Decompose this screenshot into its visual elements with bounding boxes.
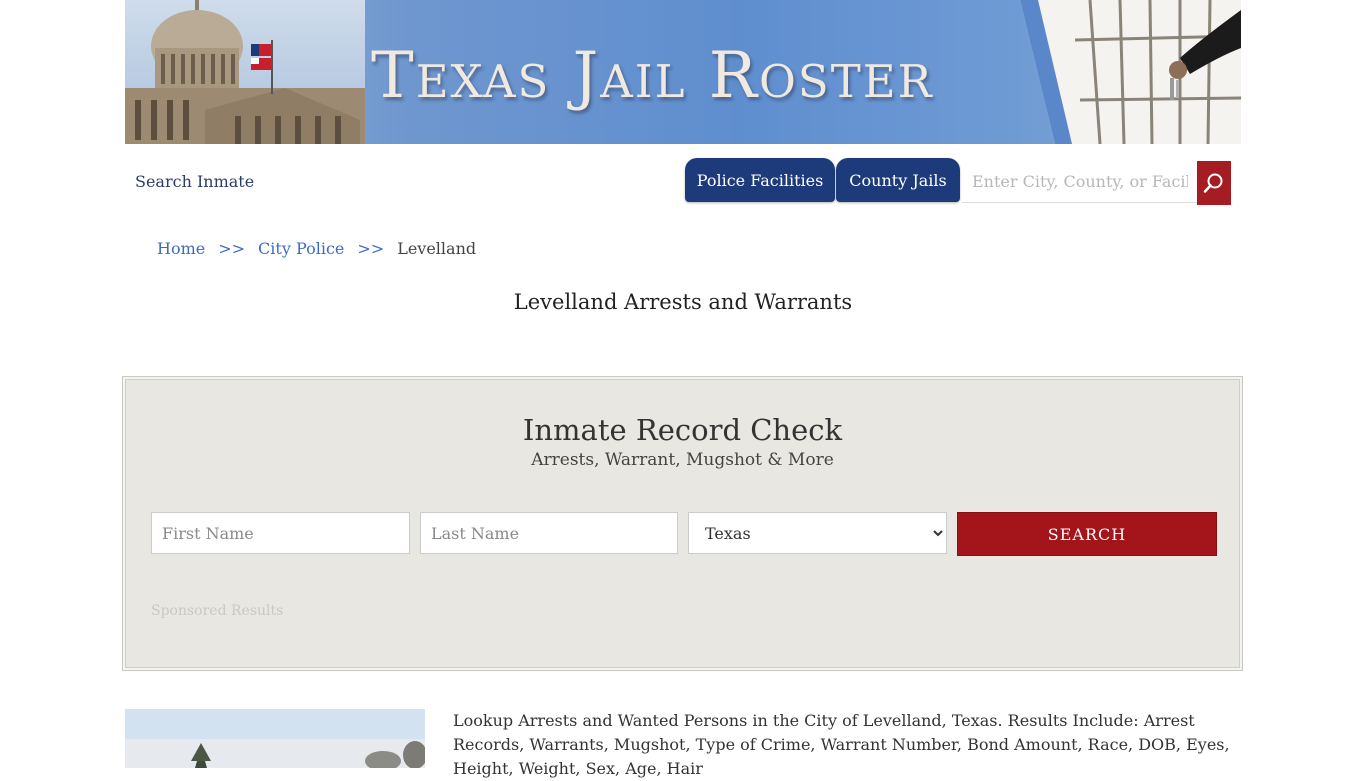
breadcrumb-separator: >> xyxy=(218,239,246,258)
record-check-title: Inmate Record Check xyxy=(522,413,843,447)
last-name-field[interactable] xyxy=(420,512,678,554)
breadcrumb-current: Levelland xyxy=(397,239,477,258)
city-description: Lookup Arrests and Wanted Persons in the… xyxy=(453,711,1230,778)
sponsored-results-label: Sponsored Results xyxy=(151,603,284,619)
state-select[interactable]: Texas xyxy=(688,512,947,554)
breadcrumb-home[interactable]: Home xyxy=(157,239,205,258)
banner-title: Texas Jail Roster xyxy=(371,39,934,113)
breadcrumb-separator: >> xyxy=(357,239,385,258)
first-name-field[interactable] xyxy=(151,512,410,554)
tab-county-jails[interactable]: County Jails xyxy=(836,158,960,202)
site-search-input[interactable] xyxy=(962,161,1198,203)
site-banner[interactable]: Texas Jail Roster xyxy=(125,0,1241,144)
breadcrumb-city-police[interactable]: City Police xyxy=(258,239,344,258)
page-title: Levelland Arrests and Warrants xyxy=(513,290,853,314)
city-photo xyxy=(125,709,425,768)
record-check-subtitle: Arrests, Warrant, Mugshot & More xyxy=(531,450,834,470)
jail-cell-image xyxy=(1020,0,1241,144)
capitol-building-image xyxy=(125,0,365,144)
magnifier-icon xyxy=(1203,173,1223,193)
tab-police-facilities[interactable]: Police Facilities xyxy=(685,158,835,202)
record-search-button[interactable]: SEARCH xyxy=(957,512,1217,556)
site-search-button[interactable] xyxy=(1197,161,1231,205)
inmate-record-check-panel: Inmate Record Check Arrests, Warrant, Mu… xyxy=(122,376,1243,671)
breadcrumb: Home >> City Police >> Levelland xyxy=(157,239,476,258)
search-inmate-link[interactable]: Search Inmate xyxy=(135,172,254,191)
